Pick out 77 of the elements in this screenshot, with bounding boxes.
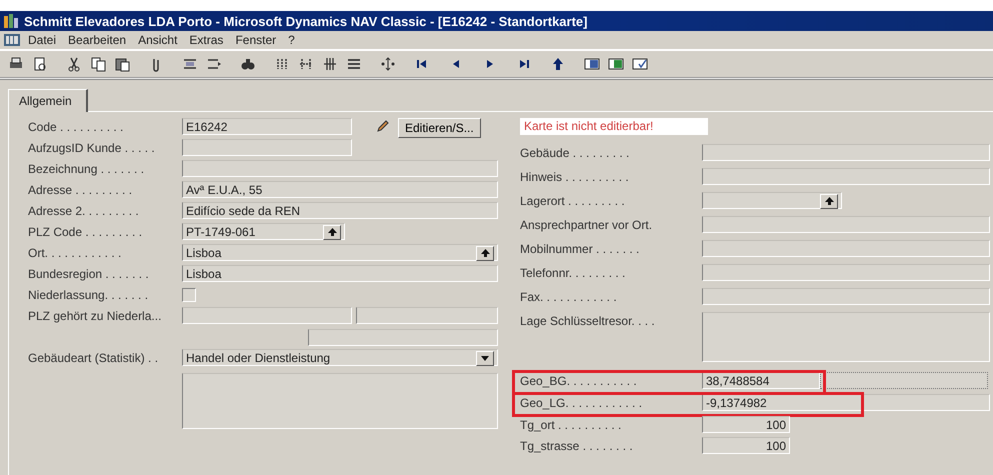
edit-button[interactable]: Editieren/S... xyxy=(398,118,481,138)
input-field[interactable]: E16242 xyxy=(182,118,352,135)
input-field[interactable]: Avª E.U.A., 55 xyxy=(182,181,498,198)
checkbox[interactable] xyxy=(182,288,196,302)
field-label: Geo_LG. . . . . . . . . . . . xyxy=(520,395,644,410)
field-label: Gebäude . . . . . . . . . xyxy=(520,145,630,160)
lookup-field[interactable]: PT-1749-061 xyxy=(182,223,345,240)
field-label: Adresse . . . . . . . . . xyxy=(28,182,134,197)
input-field[interactable]: 38,7488584 xyxy=(702,372,820,389)
input-field[interactable] xyxy=(308,329,498,346)
cut-icon[interactable] xyxy=(66,56,82,72)
lookup-field[interactable] xyxy=(702,192,842,209)
field-label: Code . . . . . . . . . . xyxy=(28,119,124,134)
menu-item[interactable]: Fenster xyxy=(229,33,282,47)
arrow-up-icon xyxy=(824,197,834,205)
app-icon xyxy=(4,14,20,28)
field-label: Fax. . . . . . . . . . . . xyxy=(520,289,618,304)
input-field[interactable]: Lisboa xyxy=(182,265,498,282)
tab[interactable]: Allgemein xyxy=(8,89,88,112)
pencil-icon xyxy=(376,119,390,133)
field-label: Mobilnummer . . . . . . . xyxy=(520,241,640,256)
field-label: Bezeichnung . . . . . . . xyxy=(28,161,146,176)
field-label: PLZ gehört zu Niederla... xyxy=(28,308,162,323)
field-label: Lagerort . . . . . . . . . xyxy=(520,193,626,208)
input-field[interactable] xyxy=(702,240,990,257)
input-field[interactable] xyxy=(702,288,990,305)
status-message: Karte ist nicht editierbar! xyxy=(520,118,708,135)
binoculars-icon[interactable] xyxy=(240,56,256,72)
field-label: Ansprechpartner vor Ort. xyxy=(520,217,654,232)
field-label: Tg_ort . . . . . . . . . . xyxy=(520,417,622,432)
number-field[interactable]: 100 xyxy=(702,437,790,454)
lookup-button[interactable] xyxy=(820,194,838,208)
field-label: Ort. . . . . . . . . . . . xyxy=(28,245,122,260)
field-label: Bundesregion . . . . . . . xyxy=(28,266,150,281)
caret-down-icon xyxy=(481,356,489,360)
input-field[interactable]: -9,1374982 xyxy=(702,394,990,411)
lines-icon[interactable] xyxy=(346,56,362,72)
window-title: Schmitt Elevadores LDA Porto - Microsoft Dynamics NAV Classic - [E16242 - Standortkarte] xyxy=(24,14,588,28)
print-preview-icon[interactable] xyxy=(32,56,48,72)
field-label: Adresse 2. . . . . . . . . xyxy=(28,203,140,218)
sort-icon[interactable] xyxy=(380,56,396,72)
field-label: Niederlassung. . . . . . . xyxy=(28,287,150,302)
paste-icon[interactable] xyxy=(114,56,130,72)
number-field[interactable]: 100 xyxy=(702,416,790,433)
checklist-icon[interactable] xyxy=(632,56,648,72)
menu-item[interactable]: Datei xyxy=(22,33,62,47)
arrow-up-icon xyxy=(480,249,490,257)
copy-icon[interactable] xyxy=(90,56,106,72)
dropdown-button[interactable] xyxy=(476,350,494,366)
field-label: Tg_strasse . . . . . . . . xyxy=(520,438,634,453)
input-field[interactable] xyxy=(820,372,988,389)
field-label: Hinweis . . . . . . . . . . xyxy=(520,169,630,184)
lookup-button[interactable] xyxy=(476,246,494,260)
lookup-button[interactable] xyxy=(323,224,341,240)
menu-item[interactable]: Ansicht xyxy=(132,33,184,47)
input-field[interactable] xyxy=(182,307,352,324)
dropdown-field[interactable]: Handel oder Dienstleistung xyxy=(182,349,498,366)
field-label: PLZ Code . . . . . . . . . xyxy=(28,224,144,239)
input-field[interactable] xyxy=(182,160,498,177)
menu-item[interactable]: ? xyxy=(282,33,301,47)
input-field[interactable] xyxy=(702,168,990,185)
input-field[interactable] xyxy=(702,144,990,161)
menu-item[interactable]: Extras xyxy=(183,33,230,47)
field-label: Telefonnr. . . . . . . . . xyxy=(520,265,626,280)
lookup-field[interactable]: Lisboa xyxy=(182,244,498,261)
input-field[interactable] xyxy=(182,139,352,156)
input-field[interactable] xyxy=(702,216,990,233)
field-label: Lage Schlüsseltresor. . . . xyxy=(520,313,656,328)
arrow-up-icon xyxy=(328,228,336,236)
input-field[interactable]: Edifício sede da REN xyxy=(182,202,498,219)
menu-item[interactable]: Bearbeiten xyxy=(62,33,132,47)
input-field[interactable] xyxy=(356,307,498,324)
arrow-up-icon[interactable] xyxy=(550,56,566,72)
field-label: AufzugsID Kunde . . . . . xyxy=(28,140,156,155)
field-label: Geo_BG. . . . . . . . . . . xyxy=(520,373,638,388)
input-field[interactable] xyxy=(702,264,990,281)
field-label: Gebäudeart (Statistik) . . xyxy=(28,350,160,365)
